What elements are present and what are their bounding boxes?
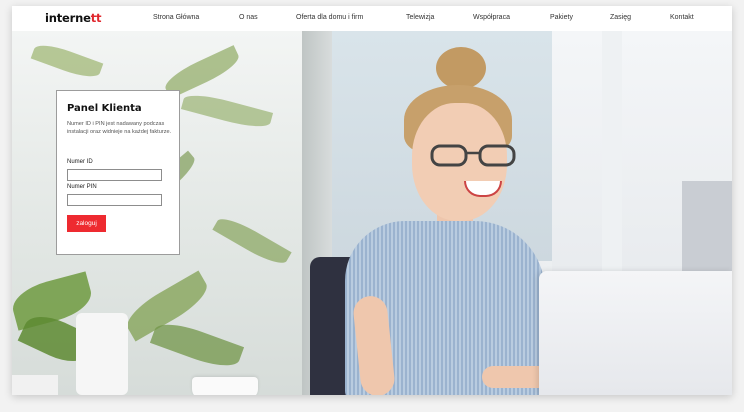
browser-frame: internett Strona Główna O nas Oferta dla… [12, 6, 732, 395]
pin-field[interactable] [67, 194, 162, 206]
laptop [539, 271, 732, 395]
main-menu: Strona Główna O nas Oferta dla domu i fi… [12, 6, 732, 31]
top-navigation: internett Strona Główna O nas Oferta dla… [12, 6, 732, 31]
pin-label: Numer PIN [67, 184, 97, 190]
nav-item-about[interactable]: O nas [239, 14, 258, 21]
nav-item-packages[interactable]: Pakiety [550, 14, 573, 21]
nav-item-contact[interactable]: Kontakt [670, 14, 694, 21]
nav-item-home[interactable]: Strona Główna [153, 14, 199, 21]
nav-item-coverage[interactable]: Zasięg [610, 14, 631, 21]
hair-bun [436, 47, 486, 89]
vase [76, 313, 128, 395]
id-field[interactable] [67, 169, 162, 181]
column [602, 31, 622, 281]
client-login-panel: Panel Klienta Numer ID i PIN jest nadawa… [56, 90, 180, 255]
plant-pot [12, 375, 58, 395]
nav-item-cooperation[interactable]: Współpraca [473, 14, 510, 21]
nav-item-tv[interactable]: Telewizja [406, 14, 434, 21]
nav-item-offer[interactable]: Oferta dla domu i firm [296, 14, 363, 21]
login-button[interactable]: zaloguj [67, 215, 106, 232]
panel-title: Panel Klienta [67, 103, 142, 114]
coffee-cup [192, 377, 258, 395]
glasses-icon [430, 144, 516, 167]
panel-description: Numer ID i PIN jest nadawany podczas ins… [67, 121, 172, 135]
id-label: Numer ID [67, 159, 93, 165]
background-people [682, 181, 732, 271]
